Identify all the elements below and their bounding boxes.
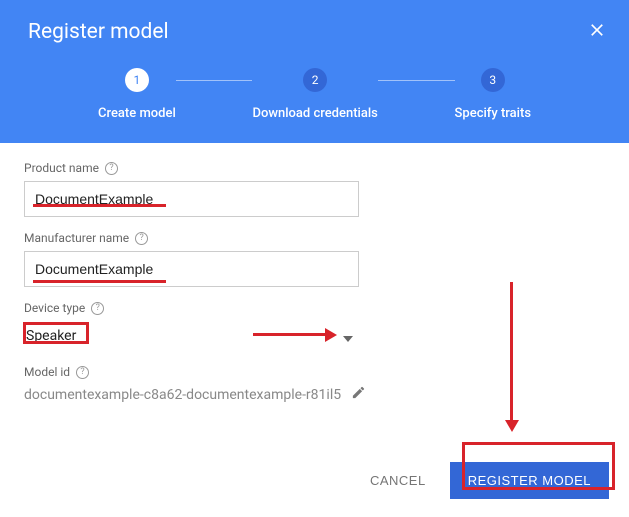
dialog-header: Register model 1 Create model 2 Download… (0, 0, 629, 143)
step-number: 2 (303, 68, 327, 92)
model-id-value: documentexample-c8a62-documentexample-r8… (24, 387, 341, 403)
form-body: Product name ? Manufacturer name ? Devic… (0, 143, 629, 436)
product-name-group: Product name ? (24, 161, 605, 217)
close-icon (587, 25, 607, 44)
close-button[interactable] (587, 20, 607, 44)
step-download-credentials[interactable]: 2 Download credentials (252, 68, 377, 121)
device-type-dropdown[interactable]: Speaker (24, 321, 359, 351)
help-icon[interactable]: ? (105, 162, 118, 175)
stepper: 1 Create model 2 Download credentials 3 … (28, 68, 601, 121)
help-icon[interactable]: ? (91, 302, 104, 315)
step-number: 1 (125, 68, 149, 92)
model-id-label: Model id ? (24, 365, 605, 379)
device-type-group: Device type ? Speaker (24, 301, 605, 351)
step-connector (176, 80, 253, 81)
edit-icon[interactable] (351, 385, 366, 404)
manufacturer-name-label: Manufacturer name ? (24, 231, 605, 245)
product-name-input[interactable] (24, 181, 359, 217)
manufacturer-name-group: Manufacturer name ? (24, 231, 605, 287)
step-label: Create model (98, 106, 176, 121)
step-number: 3 (481, 68, 505, 92)
device-type-label: Device type ? (24, 301, 605, 315)
model-id-group: Model id ? documentexample-c8a62-documen… (24, 365, 605, 404)
manufacturer-name-input[interactable] (24, 251, 359, 287)
step-connector (378, 80, 455, 81)
step-label: Specify traits (455, 106, 531, 121)
step-label: Download credentials (252, 106, 377, 121)
chevron-down-icon (343, 327, 353, 346)
dialog-actions: CANCEL REGISTER MODEL (360, 462, 609, 499)
dialog-title: Register model (28, 20, 601, 44)
product-name-label: Product name ? (24, 161, 605, 175)
help-icon[interactable]: ? (76, 366, 89, 379)
step-specify-traits[interactable]: 3 Specify traits (455, 68, 531, 121)
help-icon[interactable]: ? (135, 232, 148, 245)
device-type-value: Speaker (26, 328, 76, 344)
cancel-button[interactable]: CANCEL (360, 465, 436, 496)
register-model-button[interactable]: REGISTER MODEL (450, 462, 609, 499)
step-create-model[interactable]: 1 Create model (98, 68, 176, 121)
